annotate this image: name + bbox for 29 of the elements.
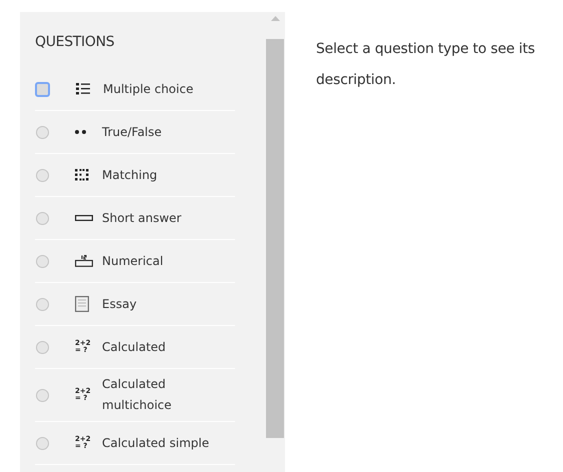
radio-button[interactable]	[36, 388, 49, 402]
scrollbar[interactable]	[265, 12, 285, 472]
question-type-label[interactable]: Short answer	[102, 208, 212, 228]
radio-button[interactable]	[36, 212, 49, 224]
list-icon	[76, 83, 90, 95]
question-type-label[interactable]: Matching	[102, 164, 212, 186]
radio-button[interactable]	[36, 126, 49, 138]
radio-button[interactable]	[35, 82, 50, 96]
radio-button[interactable]	[36, 340, 49, 354]
question-type-label[interactable]: True/False	[102, 122, 212, 142]
scroll-up-arrow-icon[interactable]	[270, 16, 280, 21]
question-type-label[interactable]: Essay	[102, 294, 212, 314]
number-box-icon	[75, 255, 93, 267]
question-type-label[interactable]: Calculated simple	[102, 432, 212, 454]
document-icon	[75, 296, 89, 312]
question-type-label[interactable]: Calculated multichoice	[102, 374, 212, 416]
description-text: Select a question type to see its description.	[316, 40, 536, 90]
grid-icon	[75, 169, 89, 181]
panel-title: QUESTIONS	[35, 34, 116, 50]
radio-button[interactable]	[36, 436, 49, 450]
text-box-icon	[75, 215, 93, 221]
dots-icon	[75, 130, 87, 134]
radio-button[interactable]	[36, 298, 49, 310]
radio-button[interactable]	[36, 168, 49, 182]
question-type-label[interactable]: Calculated	[102, 336, 212, 358]
radio-button[interactable]	[36, 254, 49, 268]
scrollbar-thumb[interactable]	[266, 39, 284, 438]
question-type-label[interactable]: Multiple choice	[103, 78, 213, 100]
question-type-label[interactable]: Numerical	[102, 250, 212, 272]
